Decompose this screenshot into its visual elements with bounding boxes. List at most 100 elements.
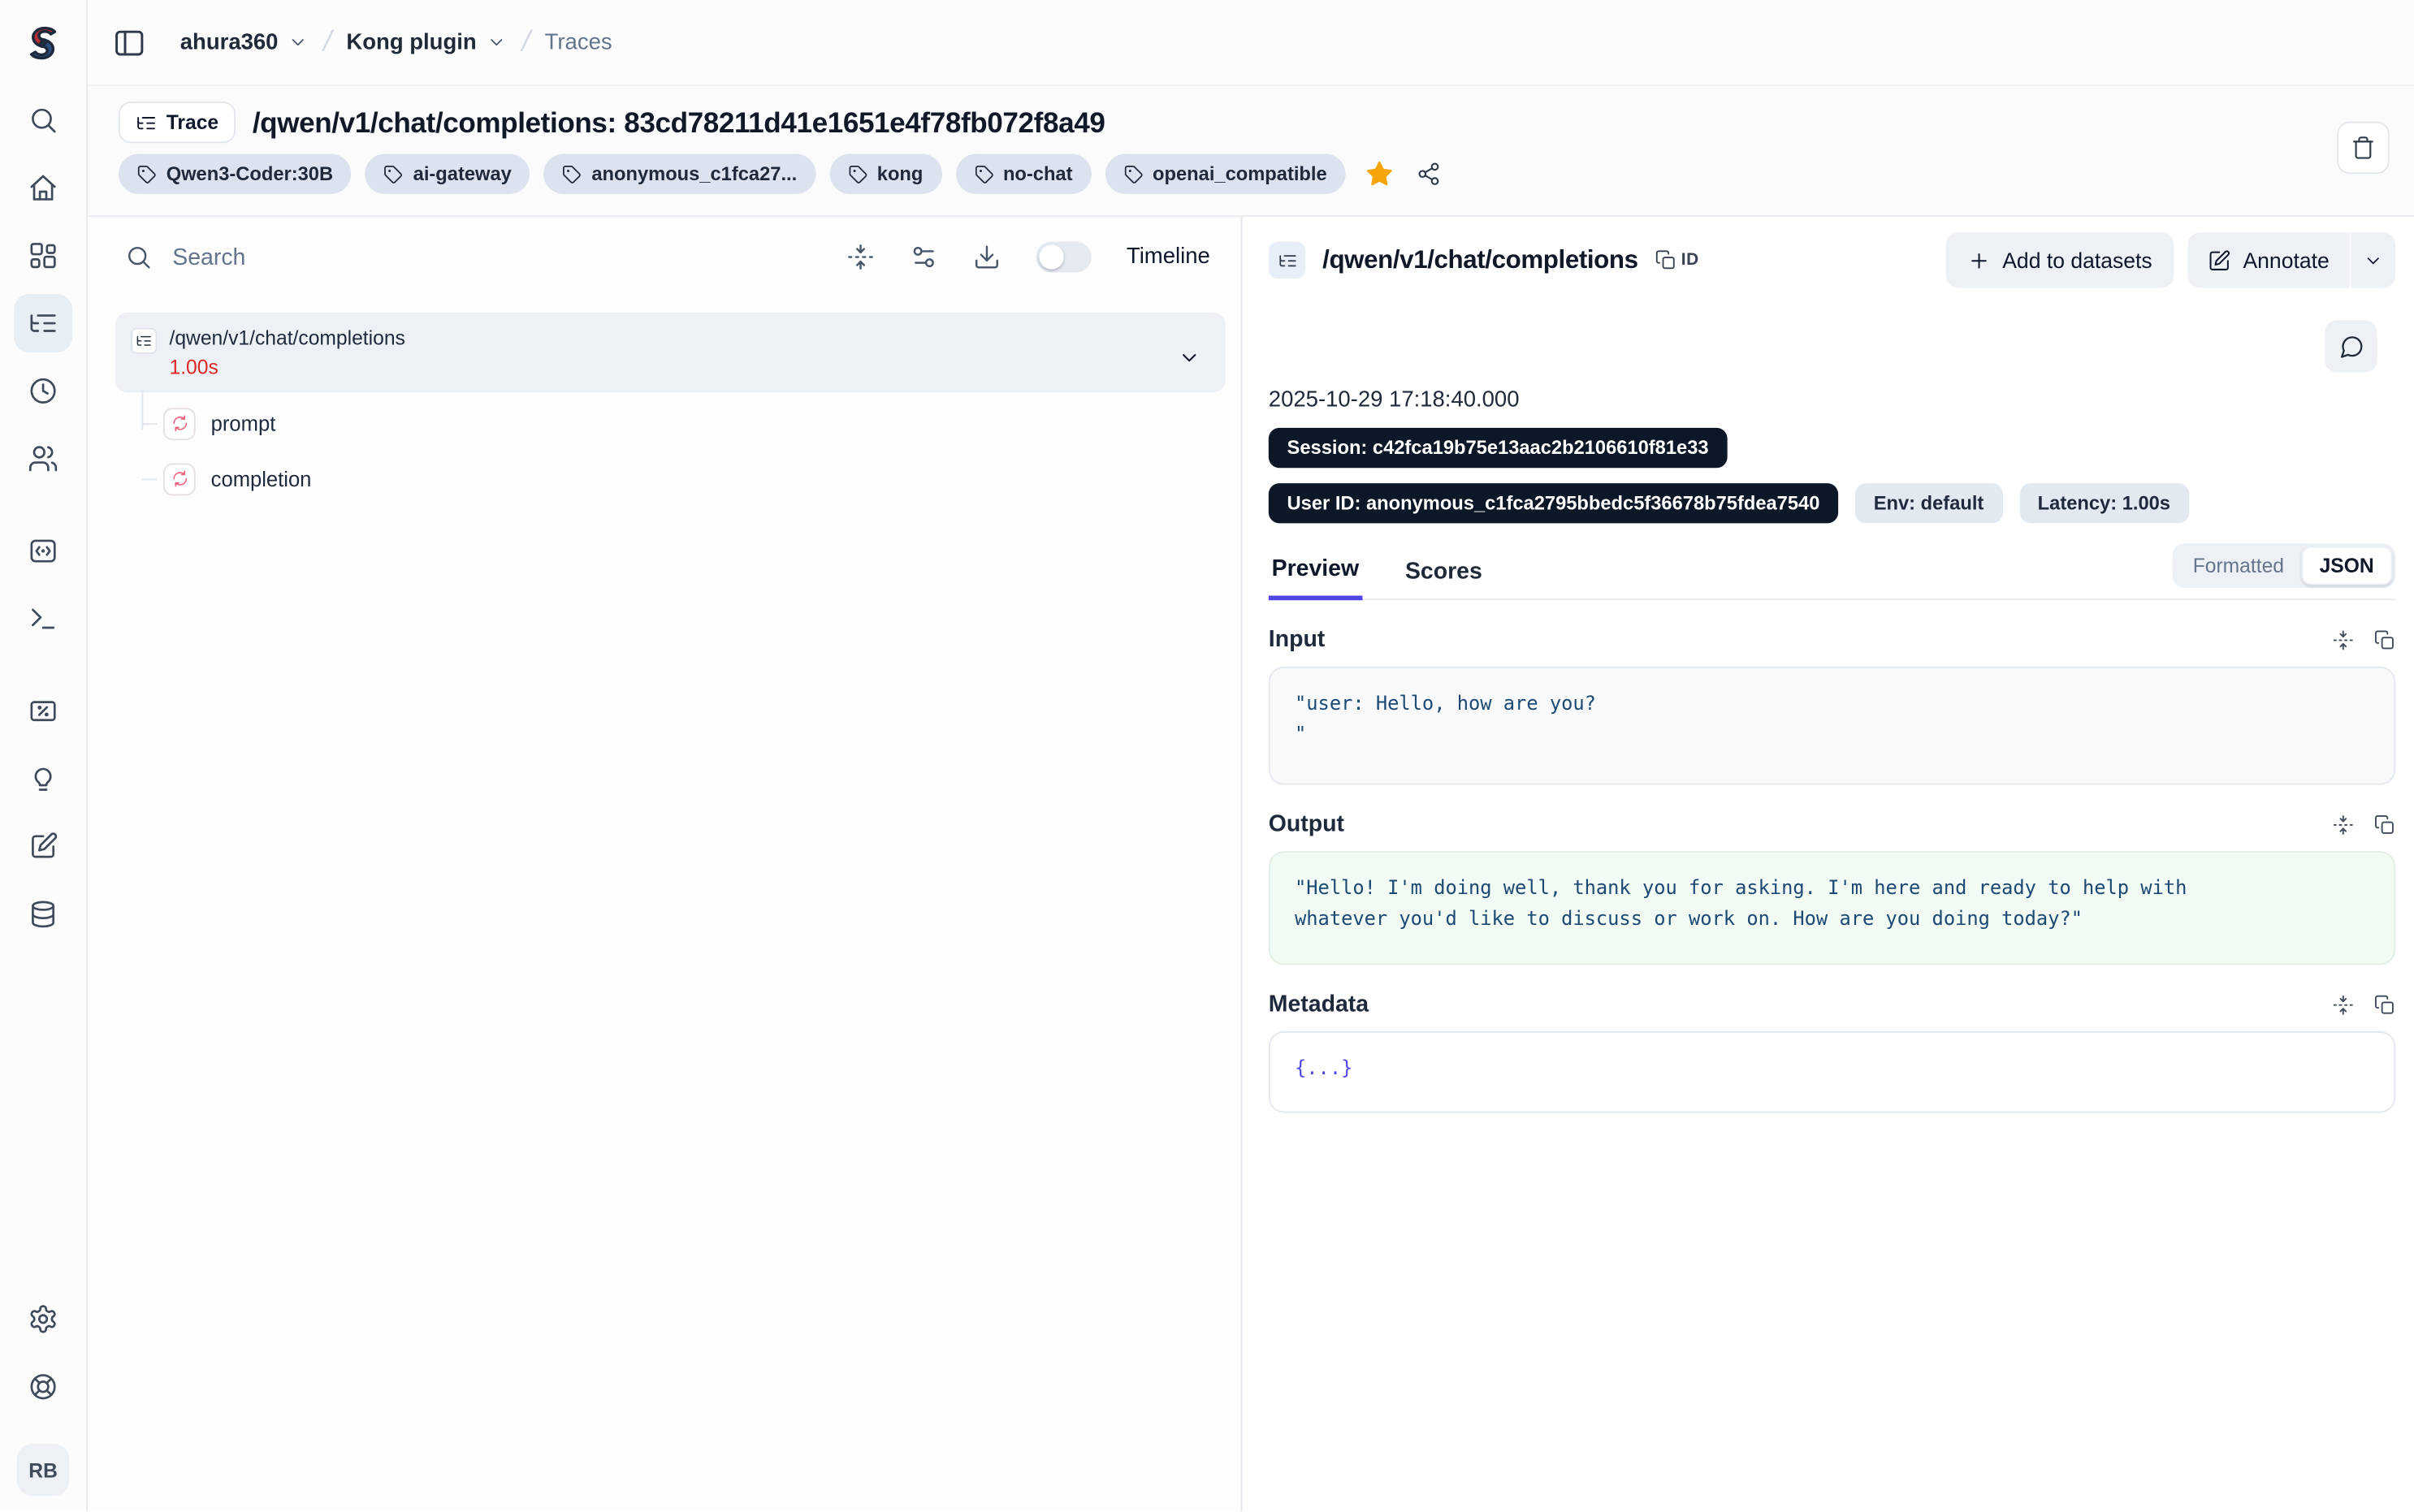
datasets-database-icon[interactable] [14, 885, 72, 944]
list-tree-icon [131, 328, 157, 354]
tab-preview[interactable]: Preview [1269, 546, 1362, 600]
sidebar: RB [0, 0, 88, 1511]
tab-scores[interactable]: Scores [1402, 550, 1485, 599]
breadcrumb: ahura360 / Kong plugin / Traces [180, 25, 612, 59]
breadcrumb-org[interactable]: ahura360 [180, 30, 308, 54]
collapse-section-icon[interactable] [2333, 814, 2355, 836]
tree-node-completion[interactable]: completion [115, 451, 1226, 506]
page-title: /qwen/v1/chat/completions: 83cd78211d41e… [253, 106, 1105, 140]
input-line: "user: Hello, how are you? [1295, 688, 2369, 719]
breadcrumb-separator: / [517, 25, 533, 59]
search-nav-icon[interactable] [14, 91, 72, 149]
tree-node-label: completion [211, 467, 312, 490]
trace-tree: /qwen/v1/chat/completions 1.00s prompt [115, 313, 1226, 507]
trace-detail-panel: /qwen/v1/chat/completions ID Add to data… [1243, 217, 2414, 1511]
tree-node-duration: 1.00s [169, 356, 404, 378]
download-icon[interactable] [972, 243, 1000, 270]
add-to-datasets-button[interactable]: Add to datasets [1945, 232, 2174, 287]
breadcrumb-org-label: ahura360 [180, 30, 279, 54]
tag-icon [974, 164, 994, 184]
session-badge[interactable]: Session: c42fca19b75e13aac2b2106610f81e3… [1269, 428, 1728, 468]
latency-badge: Latency: 1.00s [2019, 483, 2189, 523]
trace-timestamp: 2025-10-29 17:18:40.000 [1269, 388, 2395, 413]
copy-icon[interactable] [2374, 629, 2396, 650]
tag-chip[interactable]: ai-gateway [366, 154, 530, 194]
tree-node-root[interactable]: /qwen/v1/chat/completions 1.00s [115, 313, 1226, 393]
input-section-header: Input [1269, 626, 2395, 652]
tag-chip[interactable]: anonymous_c1fca27... [544, 154, 815, 194]
app-logo-icon[interactable] [23, 23, 63, 63]
timeline-toggle[interactable] [1036, 242, 1091, 273]
tag-chip[interactable]: kong [829, 154, 941, 194]
square-pen-icon [2208, 248, 2230, 271]
annotation-pen-icon[interactable] [14, 817, 72, 875]
annotate-button[interactable]: Annotate [2187, 232, 2349, 287]
playground-terminal-icon[interactable] [14, 590, 72, 648]
panel-left-toggle-icon[interactable] [112, 25, 146, 59]
format-json-option[interactable]: JSON [2301, 546, 2393, 585]
metadata-section-title: Metadata [1269, 991, 1369, 1017]
search-input[interactable] [172, 244, 846, 270]
collapse-section-icon[interactable] [2333, 993, 2355, 1015]
chevron-down-icon[interactable] [1178, 346, 1201, 369]
view-settings-icon[interactable] [910, 243, 937, 270]
chevron-down-icon [486, 32, 506, 53]
output-section-header: Output [1269, 811, 2395, 837]
tag-chip[interactable]: openai_compatible [1105, 154, 1345, 194]
tree-node-prompt[interactable]: prompt [115, 395, 1226, 451]
sidebar-bottom: RB [14, 1290, 72, 1511]
format-formatted-option[interactable]: Formatted [2176, 548, 2301, 584]
tag-chip[interactable]: Qwen3-Coder:30B [119, 154, 352, 194]
dashboard-icon[interactable] [14, 227, 72, 285]
users-icon[interactable] [14, 430, 72, 488]
copy-icon[interactable] [2374, 814, 2396, 836]
support-lifebuoy-icon[interactable] [14, 1358, 72, 1416]
share-icon[interactable] [1417, 162, 1441, 186]
breadcrumb-page-label[interactable]: Traces [545, 30, 612, 54]
copy-id-icon[interactable] [1655, 249, 1676, 271]
langfuse-trace-page: RB ahura360 / Kong plugin / Traces [0, 0, 2414, 1511]
tag-icon [384, 164, 404, 184]
tag-icon [137, 164, 158, 184]
observation-title: /qwen/v1/chat/completions [1322, 245, 1637, 274]
tree-toolbar: Timeline [88, 222, 1241, 292]
breadcrumb-project[interactable]: Kong plugin [346, 30, 505, 54]
settings-gear-icon[interactable] [14, 1290, 72, 1348]
output-line: "Hello! I'm doing well, thank you for as… [1295, 873, 2369, 904]
plus-icon [1967, 248, 1990, 271]
input-line: " [1295, 719, 2369, 750]
detail-tabs: Preview Scores Formatted JSON [1269, 546, 2395, 600]
topbar: ahura360 / Kong plugin / Traces [88, 0, 2414, 86]
generation-icon [163, 463, 196, 495]
breadcrumb-separator: / [319, 25, 335, 59]
home-icon[interactable] [14, 158, 72, 217]
metadata-content[interactable]: {...} [1269, 1031, 2395, 1112]
tags-row: Qwen3-Coder:30B ai-gateway anonymous_c1f… [119, 154, 2390, 194]
sessions-clock-icon[interactable] [14, 361, 72, 420]
content-area: Timeline /qwen/v1/chat/completions 1.00s [88, 217, 2414, 1511]
add-to-datasets-label: Add to datasets [2002, 248, 2152, 272]
copy-icon[interactable] [2374, 993, 2396, 1015]
output-section-title: Output [1269, 811, 1344, 837]
prompts-icon[interactable] [14, 522, 72, 581]
metadata-collapsed-json[interactable]: {...} [1295, 1056, 1352, 1078]
observation-header: /qwen/v1/chat/completions ID Add to data… [1269, 232, 2395, 287]
list-tree-icon [136, 111, 158, 133]
tree-children: prompt completion [115, 395, 1226, 506]
comments-button[interactable] [2325, 320, 2377, 372]
delete-trace-button[interactable] [2337, 122, 2389, 174]
user-id-badge[interactable]: User ID: anonymous_c1fca2795bbedc5f36678… [1269, 483, 1838, 523]
annotate-dropdown-chevron[interactable] [2349, 232, 2395, 287]
tag-chip[interactable]: no-chat [955, 154, 1091, 194]
user-avatar[interactable]: RB [17, 1444, 69, 1496]
collapse-section-icon[interactable] [2333, 629, 2355, 650]
collapse-all-icon[interactable] [846, 243, 874, 270]
bookmark-star-icon[interactable] [1365, 160, 1393, 188]
tree-node-label: prompt [211, 412, 276, 434]
trace-type-badge: Trace [119, 102, 236, 143]
annotate-label: Annotate [2243, 248, 2329, 272]
insights-lightbulb-icon[interactable] [14, 750, 72, 808]
tracing-icon[interactable] [14, 294, 72, 352]
output-content: "Hello! I'm doing well, thank you for as… [1269, 851, 2395, 965]
evaluation-icon[interactable] [14, 682, 72, 741]
